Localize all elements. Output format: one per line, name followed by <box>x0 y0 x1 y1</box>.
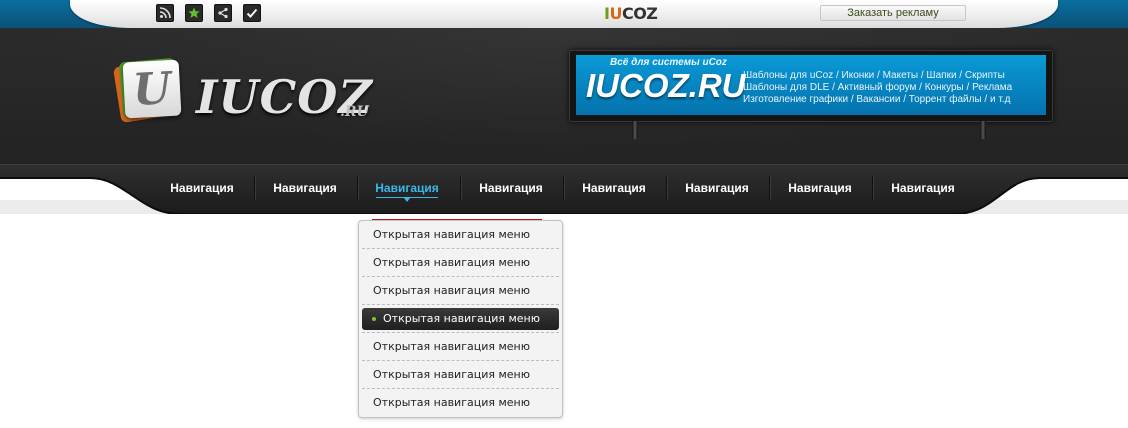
star-icon[interactable] <box>185 4 203 22</box>
site-logo-suffix: .RU <box>340 104 369 120</box>
dropdown-separator <box>362 304 559 305</box>
dropdown-item[interactable]: Открытая навигация меню <box>362 392 559 414</box>
order-ad-button[interactable]: Заказать рекламу <box>820 5 966 21</box>
nav-item-1[interactable]: Навигация <box>152 180 252 196</box>
nav-active-caret-icon <box>404 198 410 202</box>
dropdown-separator <box>362 360 559 361</box>
dropdown-separator <box>362 388 559 389</box>
logo-card-white: U <box>122 59 182 119</box>
banner-line-3: Изготовление графики / Вакансии / Торрен… <box>743 94 1011 105</box>
ad-banner[interactable]: Всё для системы uCoz IUCOZ.RU Шаблоны дл… <box>576 55 1046 115</box>
dropdown-item-label: Открытая навигация меню <box>383 312 540 325</box>
toolbar-logo-rest: COZ <box>621 4 658 23</box>
share-icon[interactable] <box>214 4 232 22</box>
dropdown-separator <box>362 248 559 249</box>
banner-leg-left <box>632 121 638 139</box>
banner-leg-right <box>980 121 986 139</box>
toolbar-logo-u: U <box>609 4 622 23</box>
rss-icon[interactable] <box>156 4 174 22</box>
dropdown-separator <box>362 332 559 333</box>
nav-item-2[interactable]: Навигация <box>255 180 355 196</box>
banner-title: IUCOZ.RU <box>586 67 746 104</box>
dropdown-item[interactable]: Открытая навигация меню <box>362 280 559 302</box>
nav-item-6[interactable]: Навигация <box>667 180 767 196</box>
dropdown-item[interactable]: Открытая навигация меню <box>362 336 559 358</box>
nav-item-3-active[interactable]: Навигация <box>357 180 457 196</box>
banner-line-2: Шаблоны для DLE / Активный форум / Конку… <box>743 82 1013 93</box>
nav-item-7[interactable]: Навигация <box>770 180 870 196</box>
nav-item-8[interactable]: Навигация <box>873 180 973 196</box>
dropdown-item-active[interactable]: Открытая навигация меню <box>362 308 559 330</box>
dropdown-item[interactable]: Открытая навигация меню <box>362 364 559 386</box>
toolbar-logo[interactable]: IUCOZ <box>604 4 658 23</box>
check-icon[interactable] <box>243 4 261 22</box>
dropdown-item[interactable]: Открытая навигация меню <box>362 224 559 246</box>
bullet-icon <box>372 317 376 321</box>
dropdown-menu: Открытая навигация меню Открытая навигац… <box>358 220 563 418</box>
page: IUCOZ Заказать рекламу U IUCOZ .RU Всё д… <box>0 0 1128 428</box>
nav-item-5[interactable]: Навигация <box>564 180 664 196</box>
banner-line-1: Шаблоны для uCoz / Иконки / Макеты / Шап… <box>743 70 1005 81</box>
dropdown-item[interactable]: Открытая навигация меню <box>362 252 559 274</box>
nav-item-4[interactable]: Навигация <box>461 180 561 196</box>
dropdown-separator <box>362 276 559 277</box>
